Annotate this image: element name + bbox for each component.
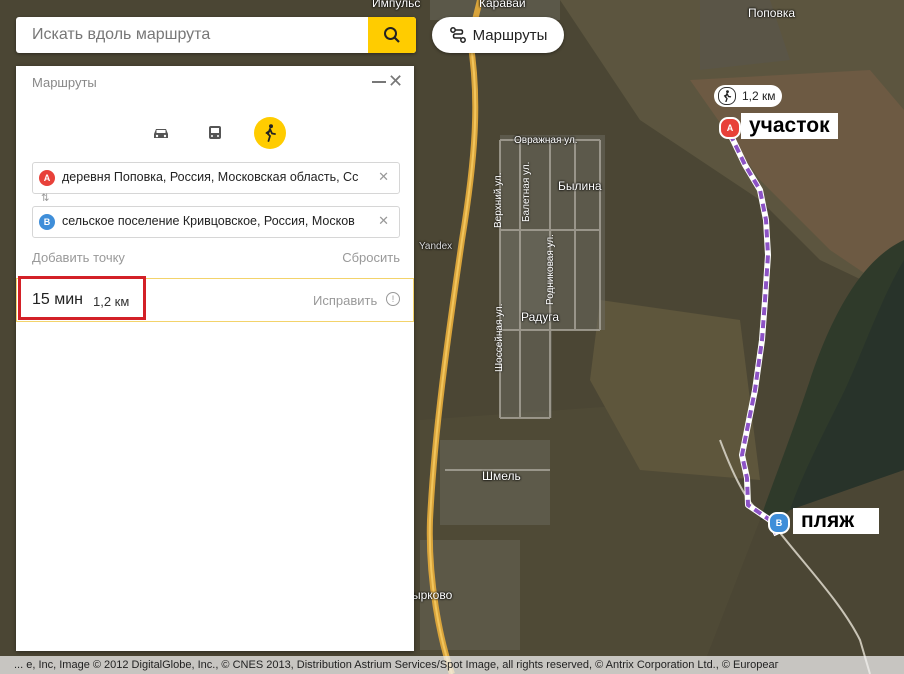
label-yandex: Yandex xyxy=(419,241,453,252)
walking-icon xyxy=(265,124,276,142)
label-rodnikovaya: Родниковая ул. xyxy=(545,234,556,305)
search-bar: Искать вдоль маршрута xyxy=(16,17,416,53)
search-button[interactable] xyxy=(368,17,416,53)
label-raduga: Радуга xyxy=(521,310,560,324)
clear-b-icon[interactable]: ✕ xyxy=(378,213,389,229)
car-icon xyxy=(154,129,168,138)
highlight-box xyxy=(18,276,146,320)
point-b-text: сельское поселение Кривцовское, Россия, … xyxy=(62,214,355,228)
fix-route-link[interactable]: Исправить xyxy=(313,293,377,308)
mode-car-button[interactable] xyxy=(145,117,177,149)
label-baletnaya: Балетная ул. xyxy=(521,161,532,222)
point-a-pin: A xyxy=(39,170,55,186)
label-shosseynaya: Шоссейная ул. xyxy=(494,303,505,372)
minimize-icon[interactable] xyxy=(372,81,386,83)
marker-a-tag: участок xyxy=(741,113,838,139)
routes-button[interactable]: Маршруты xyxy=(432,17,564,53)
reset-link[interactable]: Сбросить xyxy=(342,250,400,265)
route-icon xyxy=(449,27,466,43)
attribution-text: ... e, Inc, Image © 2012 DigitalGlobe, I… xyxy=(14,659,779,671)
marker-a-pin[interactable]: A xyxy=(719,117,741,139)
mode-transit-button[interactable] xyxy=(199,117,231,149)
search-icon xyxy=(384,27,400,43)
routes-button-label: Маршруты xyxy=(472,26,548,44)
distance-chip-text: 1,2 км xyxy=(742,89,776,103)
add-point-link[interactable]: Добавить точку xyxy=(32,250,125,265)
route-distance-chip[interactable]: 1,2 км xyxy=(714,85,782,107)
label-popovka: Поповка xyxy=(748,6,796,20)
map-attribution: ... e, Inc, Image © 2012 DigitalGlobe, I… xyxy=(0,656,904,674)
mode-walk-button[interactable] xyxy=(254,117,286,149)
label-bylina: Былина xyxy=(558,179,602,193)
label-ovrazhnaya: Овражная ул. xyxy=(514,135,578,146)
bus-icon xyxy=(209,126,221,139)
point-a-field[interactable]: A деревня Поповка, Россия, Московская об… xyxy=(32,162,400,194)
label-impuls: Импульс xyxy=(372,0,421,10)
label-karavai: Каравай xyxy=(479,0,526,10)
routes-panel: Маршруты ✕ A деревня Поповка, Россия, Мо… xyxy=(16,66,414,651)
panel-title: Маршруты xyxy=(32,75,97,90)
marker-b-pin[interactable]: B xyxy=(768,512,790,534)
label-verkhniy: Верхний ул. xyxy=(493,172,504,228)
info-icon[interactable]: ! xyxy=(386,292,400,306)
point-b-field[interactable]: B сельское поселение Кривцовское, Россия… xyxy=(32,206,400,238)
swap-points-icon[interactable]: ⇅ xyxy=(41,193,49,204)
marker-b-tag: пляж xyxy=(793,508,879,534)
point-b-pin: B xyxy=(39,214,55,230)
walking-icon xyxy=(718,87,736,105)
close-icon[interactable]: ✕ xyxy=(388,71,403,92)
search-input[interactable]: Искать вдоль маршрута xyxy=(32,26,210,44)
point-a-text: деревня Поповка, Россия, Московская обла… xyxy=(62,170,359,184)
clear-a-icon[interactable]: ✕ xyxy=(378,169,389,185)
label-shmel: Шмель xyxy=(482,469,521,483)
label-arkovo: ырково xyxy=(412,588,453,602)
